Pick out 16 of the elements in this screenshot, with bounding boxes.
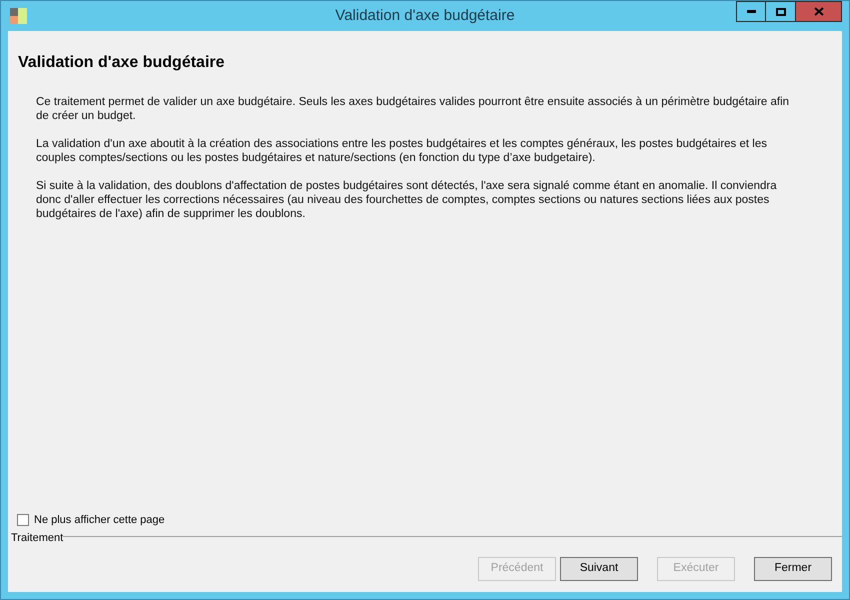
description-paragraph: Ce traitement permet de valider un axe budgétaire. Seuls les axes budgétaires valides pourront être ensuite associés à un périmètre budgétaire afin de créer un budget. xyxy=(36,95,790,123)
minimize-icon xyxy=(746,10,756,13)
close-icon xyxy=(814,7,824,16)
close-button[interactable] xyxy=(796,1,842,22)
description-paragraph: Si suite à la validation, des doublons d'affectation de postes budgétaires sont détectés, l'axe sera signalé comme étant en anomalie. Il conviendra donc d'aller effectuer les corrections nécessaires (au niveau des fourchettes de comptes, comptes sections ou natures sections liées aux postes budgétaires de l'axe) afin de supprimer les doublons. xyxy=(36,179,778,221)
checkbox[interactable] xyxy=(17,514,29,526)
window-title: Validation d'axe budgétaire xyxy=(335,6,515,24)
checkbox-label: Ne plus afficher cette page xyxy=(34,512,165,528)
app-icon xyxy=(10,8,27,24)
dialog-button[interactable]: Suivant xyxy=(560,557,638,581)
maximize-icon xyxy=(776,8,786,16)
minimize-button[interactable] xyxy=(736,1,766,22)
group-label: Traitement xyxy=(11,532,64,545)
dialog-button[interactable]: Fermer xyxy=(754,557,832,581)
page-heading: Validation d'axe budgétaire xyxy=(18,54,225,71)
description-paragraph: La validation d'un axe aboutit à la création des associations entre les postes budgétaires et les comptes généraux, les postes budgétaires et les couples comptes/sections ou les postes budgétaires et nature/sections (en fonction du type d’axe budgetaire). xyxy=(36,137,768,165)
